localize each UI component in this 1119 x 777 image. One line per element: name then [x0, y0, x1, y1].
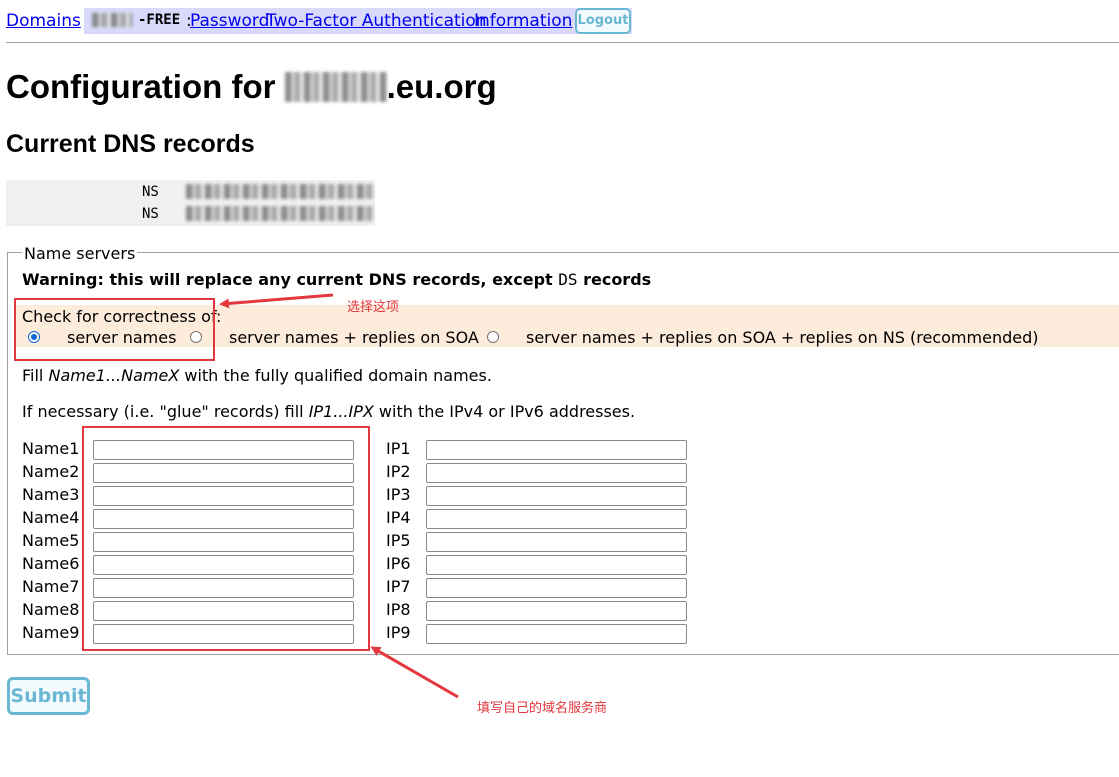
arrow-to-name-fields: [370, 646, 459, 699]
annotation-arrows: [219, 293, 459, 699]
arrow-to-radio-option: [219, 293, 334, 309]
